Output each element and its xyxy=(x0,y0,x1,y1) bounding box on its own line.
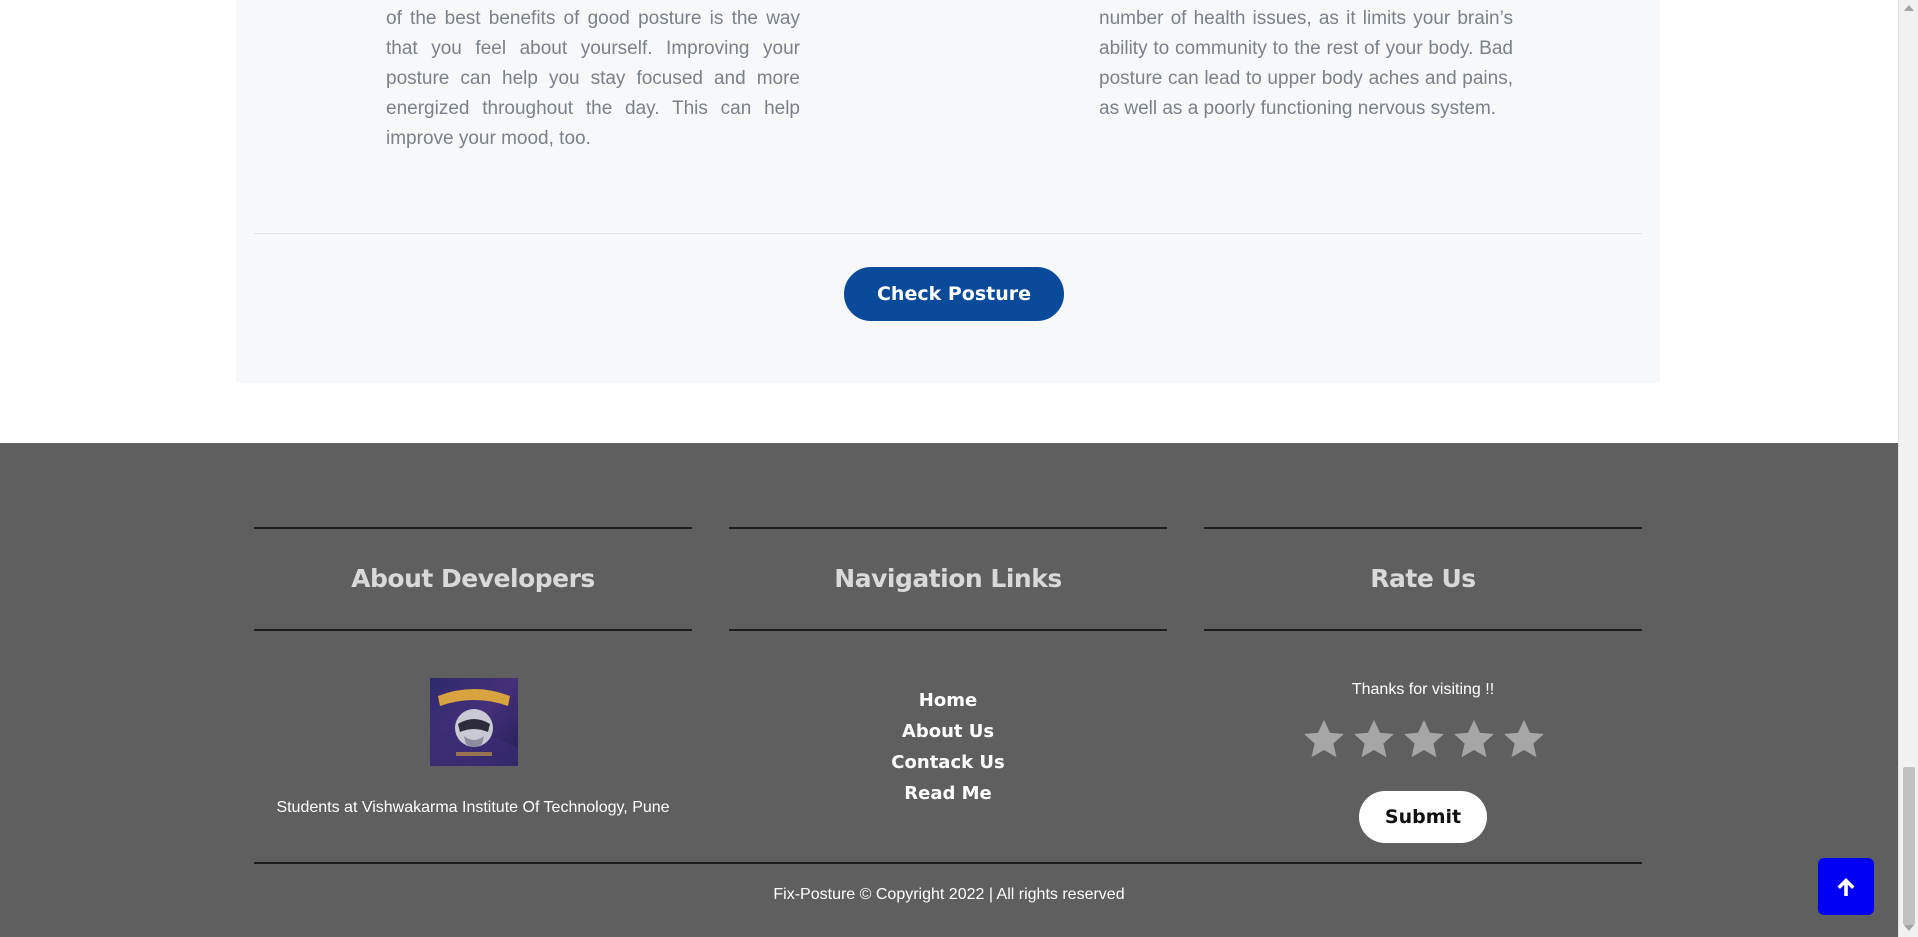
page: of the best benefits of good posture is … xyxy=(0,0,1898,937)
scroll-thumb[interactable] xyxy=(1903,767,1915,925)
star-icon[interactable] xyxy=(1351,717,1397,763)
nav-item-read-me: Read Me xyxy=(729,778,1167,809)
nav-link-home[interactable]: Home xyxy=(919,690,977,711)
nav-link-read-me[interactable]: Read Me xyxy=(904,783,992,804)
about-developers-column: About Developers Students at Vishwakarma… xyxy=(254,527,692,816)
star-icon[interactable] xyxy=(1501,717,1547,763)
copyright-text: Fix-Posture © Copyright 2022 | All right… xyxy=(773,886,1125,903)
footer-rule xyxy=(1204,629,1642,631)
star-icon[interactable] xyxy=(1301,717,1347,763)
star-icon[interactable] xyxy=(1451,717,1497,763)
back-to-top-button[interactable] xyxy=(1818,858,1874,915)
footer-rule xyxy=(729,629,1167,631)
star-icon[interactable] xyxy=(1401,717,1447,763)
navigation-links-title: Navigation Links xyxy=(834,564,1062,593)
panel-divider xyxy=(254,233,1642,234)
nav-item-about-us: About Us xyxy=(729,716,1167,747)
navigation-links-column: Navigation Links Home About Us Contack U… xyxy=(729,527,1167,804)
nav-link-about-us[interactable]: About Us xyxy=(902,721,994,742)
scroll-down-icon[interactable] xyxy=(1904,925,1914,931)
benefits-panel: of the best benefits of good posture is … xyxy=(236,0,1660,383)
arrow-up-icon xyxy=(1837,877,1855,896)
nav-link-contact-us[interactable]: Contack Us xyxy=(891,752,1004,773)
rate-us-column: Rate Us Thanks for visiting !! Submit xyxy=(1204,527,1642,843)
star-rating xyxy=(1301,717,1547,767)
footer: About Developers Students at Vishwakarma… xyxy=(0,443,1898,937)
developers-caption: Students at Vishwakarma Institute Of Tec… xyxy=(276,799,670,816)
navigation-links: Home About Us Contack Us Read Me xyxy=(729,685,1167,809)
nav-item-home: Home xyxy=(729,685,1167,716)
page-scrollbar[interactable] xyxy=(1898,0,1918,937)
about-developers-title: About Developers xyxy=(351,564,595,593)
nav-item-contact-us: Contack Us xyxy=(729,747,1167,778)
thanks-message: Thanks for visiting !! xyxy=(1351,681,1495,698)
rate-us-title: Rate Us xyxy=(1370,564,1476,593)
good-posture-paragraph: of the best benefits of good posture is … xyxy=(386,8,800,149)
footer-bottom-rule xyxy=(254,862,1642,864)
scroll-up-icon[interactable] xyxy=(1904,5,1914,11)
footer-rule xyxy=(254,629,692,631)
check-posture-button[interactable]: Check Posture xyxy=(844,267,1064,321)
bad-posture-paragraph: number of health issues, as it limits yo… xyxy=(1099,8,1513,119)
team-logo-icon xyxy=(430,678,518,766)
submit-rating-button[interactable]: Submit xyxy=(1359,791,1487,843)
